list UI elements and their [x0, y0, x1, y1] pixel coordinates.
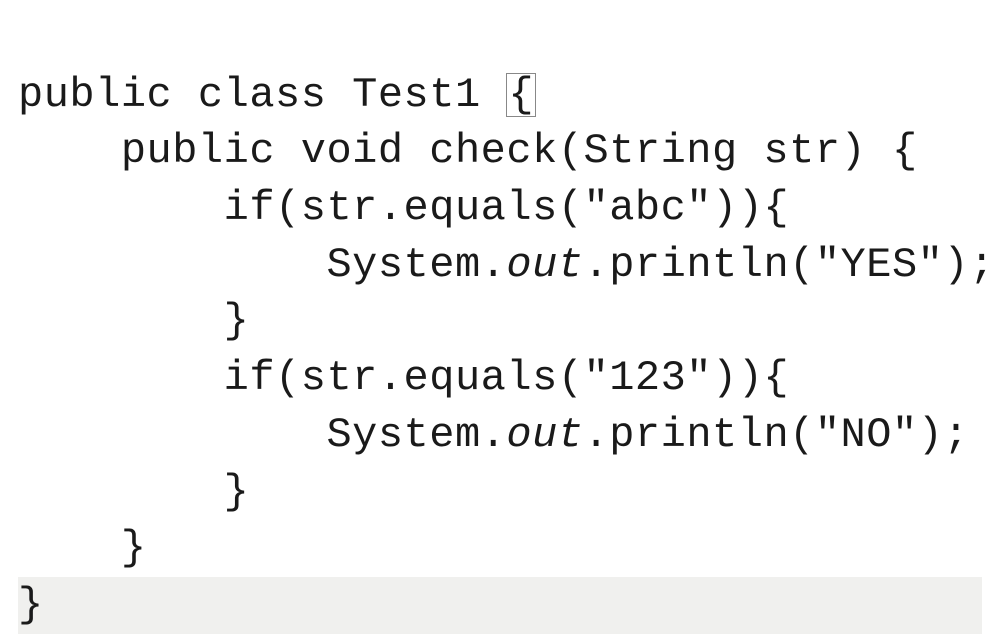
- code-line-3: if(str.equals("abc")){: [18, 184, 789, 232]
- code-line-6: if(str.equals("123")){: [18, 354, 789, 402]
- code-line-10: }: [18, 577, 982, 634]
- java-code-snippet: public class Test1 { public void check(S…: [18, 10, 982, 634]
- code-line-7: System.out.println("NO");: [18, 411, 969, 459]
- brace-highlight: {: [506, 73, 536, 117]
- code-line-5: }: [18, 297, 249, 345]
- code-line-1: public class Test1 {: [18, 71, 536, 119]
- code-line-4: System.out.println("YES");: [18, 241, 995, 289]
- code-line-9: }: [18, 524, 147, 572]
- code-line-2: public void check(String str) {: [18, 127, 918, 175]
- out-field: out: [506, 411, 583, 459]
- code-line-8: }: [18, 468, 249, 516]
- out-field: out: [506, 241, 583, 289]
